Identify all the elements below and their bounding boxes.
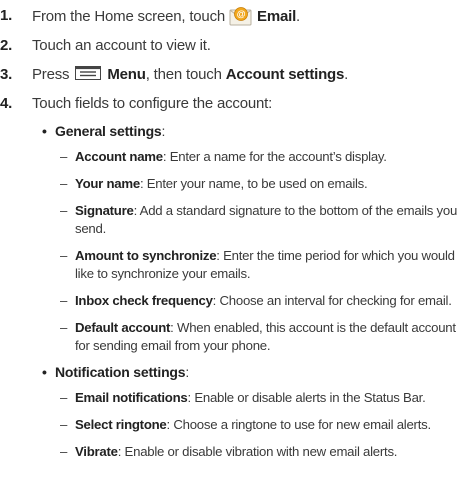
item-term: Amount to synchronize bbox=[75, 248, 217, 263]
dash: – bbox=[60, 149, 68, 164]
item-desc-continued: send. bbox=[75, 221, 107, 236]
step-text-email: Email bbox=[257, 8, 297, 25]
step-text-menu: Menu bbox=[107, 66, 146, 83]
section-title-colon: : bbox=[185, 364, 190, 380]
step-text: From the Home screen, touch @ Email. bbox=[32, 6, 300, 26]
dash: – bbox=[60, 176, 68, 191]
section-title-colon: : bbox=[161, 123, 166, 139]
step-text-account-settings: Account settings bbox=[225, 66, 345, 83]
item-term: Default account bbox=[75, 320, 171, 335]
item-desc-continued: like to synchronize your emails. bbox=[75, 266, 251, 281]
menu-key-icon bbox=[75, 66, 102, 80]
item-text: Signature: Add a standard signature to t… bbox=[75, 202, 461, 220]
dash: – bbox=[60, 203, 68, 218]
step-number: 4. bbox=[0, 95, 13, 112]
step-text: Touch an account to view it. bbox=[32, 37, 211, 54]
item-text: Account name: Enter a name for the accou… bbox=[75, 148, 461, 166]
section-title-text: Notification settings bbox=[55, 364, 186, 380]
item-text: Vibrate: Enable or disable vibration wit… bbox=[75, 443, 461, 461]
item-term: Email notifications bbox=[75, 390, 188, 405]
svg-text:@: @ bbox=[237, 9, 246, 19]
step-number: 1. bbox=[0, 7, 13, 24]
item-desc: : Enter the time period for which you wo… bbox=[216, 248, 455, 263]
item-desc: : Enter a name for the account’s display… bbox=[162, 149, 387, 164]
item-desc: : Choose an interval for checking for em… bbox=[212, 293, 452, 308]
item-desc: : Enable or disable vibration with new e… bbox=[117, 444, 398, 459]
section-title-text: General settings bbox=[55, 123, 162, 139]
item-desc: : Enable or disable alerts in the Status… bbox=[187, 390, 426, 405]
dash: – bbox=[60, 248, 68, 263]
item-text: Default account: When enabled, this acco… bbox=[75, 319, 461, 337]
item-text: Your name: Enter your name, to be used o… bbox=[75, 175, 461, 193]
item-term: Account name bbox=[75, 149, 163, 164]
item-text: Email notifications: Enable or disable a… bbox=[75, 389, 461, 407]
step-text-post: . bbox=[296, 8, 301, 25]
step-text-post: . bbox=[344, 66, 349, 83]
dash: – bbox=[60, 417, 68, 432]
step-text-pre: Press bbox=[32, 66, 70, 83]
instruction-page: 1. From the Home screen, touch @ Email. 2.… bbox=[0, 0, 464, 486]
step-text: Touch fields to configure the account: bbox=[32, 95, 273, 112]
step-text-pre: From the Home screen, touch bbox=[32, 8, 226, 25]
section-title: General settings: bbox=[55, 122, 165, 140]
bullet-dot: • bbox=[42, 123, 47, 139]
item-text: Inbox check frequency: Choose an interva… bbox=[75, 292, 461, 310]
item-term: Select ringtone bbox=[75, 417, 167, 432]
bullet-dot: • bbox=[42, 364, 47, 380]
item-term: Inbox check frequency bbox=[75, 293, 213, 308]
item-term: Your name bbox=[75, 176, 140, 191]
section-title: Notification settings: bbox=[55, 363, 189, 381]
dash: – bbox=[60, 320, 68, 335]
step-text: Press Menu, then touch Account settings. bbox=[32, 65, 348, 84]
dash: – bbox=[60, 293, 68, 308]
item-text: Amount to synchronize: Enter the time pe… bbox=[75, 247, 461, 265]
item-desc-continued: for sending email from your phone. bbox=[75, 338, 271, 353]
item-desc: : Enter your name, to be used on emails. bbox=[139, 176, 368, 191]
item-term: Signature bbox=[75, 203, 134, 218]
dash: – bbox=[60, 390, 68, 405]
step-text-mid: , then touch bbox=[145, 66, 226, 83]
dash: – bbox=[60, 444, 68, 459]
item-desc: : When enabled, this account is the defa… bbox=[170, 320, 456, 335]
item-term: Vibrate bbox=[75, 444, 118, 459]
item-desc: : Add a standard signature to the bottom… bbox=[133, 203, 458, 218]
step-number: 2. bbox=[0, 37, 13, 54]
item-text: Select ringtone: Choose a ringtone to us… bbox=[75, 416, 461, 434]
email-icon: @ bbox=[229, 6, 253, 26]
item-desc: : Choose a ringtone to use for new email… bbox=[166, 417, 432, 432]
step-number: 3. bbox=[0, 66, 13, 83]
